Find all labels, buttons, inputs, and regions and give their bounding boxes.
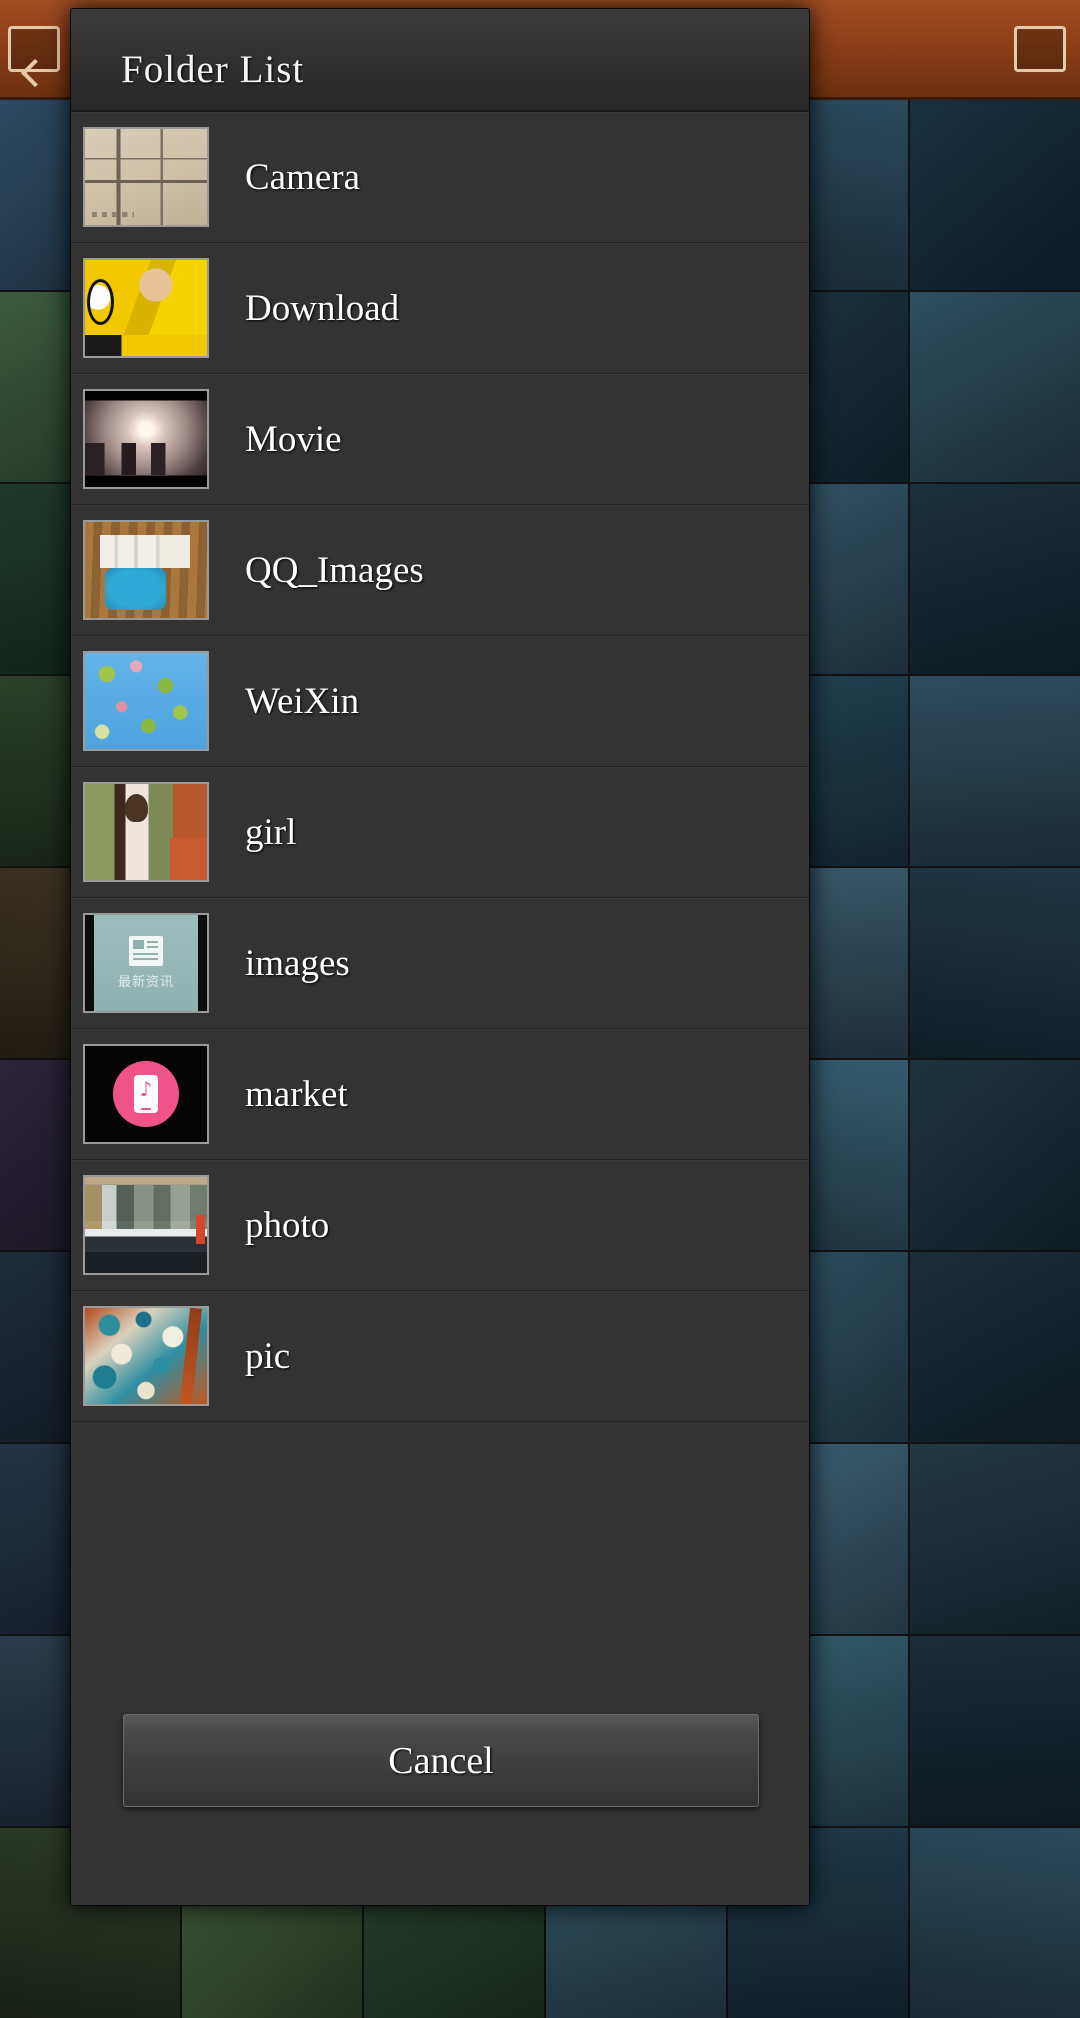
blossom-sky-thumbnail — [85, 653, 207, 749]
folder-list-item[interactable]: WeiXin — [71, 636, 809, 767]
phone-music-icon — [134, 1075, 158, 1113]
pink-circle-badge — [113, 1061, 179, 1127]
folder-name-label: Download — [245, 287, 399, 330]
folder-thumbnail — [83, 782, 209, 882]
camera-icon[interactable] — [1014, 26, 1066, 72]
folder-thumbnail — [83, 127, 209, 227]
folder-name-label: Camera — [245, 156, 360, 199]
street-from-car-thumbnail — [85, 1177, 207, 1273]
folder-name-label: girl — [245, 811, 296, 854]
folder-thumbnail — [83, 520, 209, 620]
photo-grid-cell — [910, 1060, 1080, 1250]
photo-grid-cell — [910, 1828, 1080, 2018]
folder-name-label: pic — [245, 1335, 290, 1378]
photo-grid-cell — [910, 484, 1080, 674]
cancel-button[interactable]: Cancel — [123, 1714, 759, 1807]
photo-grid-cell — [910, 100, 1080, 290]
cancel-button-label: Cancel — [388, 1739, 494, 1783]
folder-list-item[interactable]: girl — [71, 767, 809, 898]
woman-white-dress-thumbnail — [85, 784, 207, 880]
dialog-title: Folder List — [71, 47, 304, 110]
folder-list-item[interactable]: market — [71, 1029, 809, 1160]
photo-grid-cell — [910, 868, 1080, 1058]
folder-thumbnail — [83, 651, 209, 751]
folder-thumbnail: 最新资讯 — [83, 913, 209, 1013]
newspaper-icon — [129, 936, 163, 966]
cityscape-sunset-thumbnail — [85, 391, 207, 487]
news-app-icon-thumbnail: 最新资讯 — [85, 915, 207, 1011]
photo-grid-cell — [910, 292, 1080, 482]
folder-name-label: market — [245, 1073, 348, 1116]
folder-list-item[interactable]: 最新资讯 images — [71, 898, 809, 1029]
folder-list-item[interactable]: QQ_Images — [71, 505, 809, 636]
folder-thumbnail — [83, 1044, 209, 1144]
folder-list-dialog: Folder List Camera Download Movie QQ_Images… — [70, 8, 810, 1906]
news-thumbnail-caption: 最新资讯 — [118, 971, 174, 990]
folder-thumbnail — [83, 1175, 209, 1275]
folder-name-label: WeiXin — [245, 680, 359, 723]
chevron-left-icon — [21, 59, 49, 87]
photo-grid-cell — [910, 676, 1080, 866]
folder-list-item[interactable]: Camera — [71, 112, 809, 243]
objects-on-mat-thumbnail — [85, 522, 207, 618]
folder-list[interactable]: Camera Download Movie QQ_Images WeiXin girl 最新… — [71, 112, 809, 1905]
back-gallery-icon[interactable] — [8, 26, 60, 72]
folder-name-label: Movie — [245, 418, 342, 461]
soccer-player-thumbnail — [85, 260, 207, 356]
folder-thumbnail — [83, 389, 209, 489]
map-sketch-thumbnail — [85, 129, 207, 225]
dialog-header: Folder List — [71, 9, 809, 112]
folder-list-item[interactable]: photo — [71, 1160, 809, 1291]
folder-thumbnail — [83, 1306, 209, 1406]
folder-name-label: QQ_Images — [245, 549, 424, 592]
folder-list-item[interactable]: Movie — [71, 374, 809, 505]
music-app-icon-thumbnail — [85, 1046, 207, 1142]
photo-grid-cell — [910, 1252, 1080, 1442]
photo-grid-cell — [910, 1636, 1080, 1826]
folder-name-label: photo — [245, 1204, 329, 1247]
folder-list-item[interactable]: Download — [71, 243, 809, 374]
photo-grid-cell — [910, 1444, 1080, 1634]
folder-thumbnail — [83, 258, 209, 358]
folder-list-item[interactable]: pic — [71, 1291, 809, 1422]
mosaic-painting-thumbnail — [85, 1308, 207, 1404]
folder-name-label: images — [245, 942, 350, 985]
